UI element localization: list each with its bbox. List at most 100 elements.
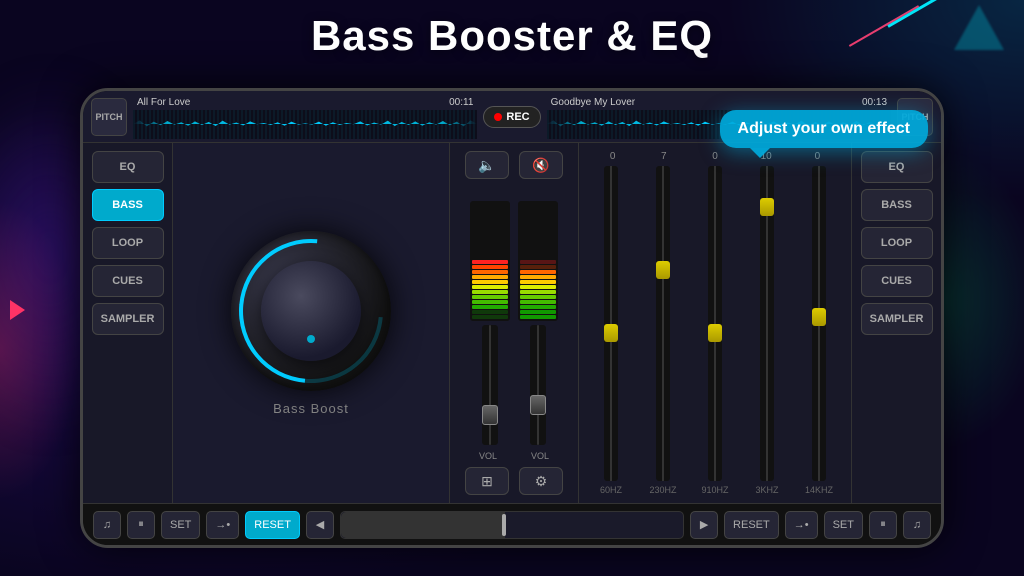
right-loop-button[interactable]: LOOP <box>861 227 933 259</box>
reset-left-button[interactable]: RESET <box>245 511 300 539</box>
cue-right-button[interactable]: →• <box>785 511 818 539</box>
speaker-right-button[interactable]: 🔇 <box>519 151 563 179</box>
eq-val-4: 0 <box>797 151 837 162</box>
eq-label-60hz: 60HZ <box>600 485 622 495</box>
knob-indicator <box>307 335 315 343</box>
fader-right[interactable] <box>530 325 546 445</box>
bass-knob[interactable] <box>231 231 391 391</box>
progress-fill <box>341 512 505 538</box>
bass-knob-container <box>231 231 391 391</box>
right-eq-button[interactable]: EQ <box>861 151 933 183</box>
middle-area: 🔈 🔇 <box>449 143 579 503</box>
music-note-right-icon: ♫ <box>913 519 921 531</box>
left-glow <box>0 200 80 500</box>
eq-col-60hz: 60HZ <box>587 166 635 495</box>
right-track-time: 00:13 <box>862 97 887 108</box>
next-icon: ▶ <box>700 518 708 531</box>
prev-button[interactable]: ◀ <box>306 511 334 539</box>
right-track-name: Goodbye My Lover <box>551 97 636 108</box>
rec-dot-icon <box>494 113 502 121</box>
reset-left-label: RESET <box>254 519 291 531</box>
pause-left-icon: ⏸ <box>138 518 144 531</box>
right-bass-button[interactable]: BASS <box>861 189 933 221</box>
eq-fader-910hz[interactable] <box>708 166 722 481</box>
vol-labels: VOL VOL <box>466 451 562 461</box>
cue-left-button[interactable]: →• <box>206 511 239 539</box>
settings-icon-button[interactable]: ⚙ <box>519 467 563 495</box>
right-panel: EQ BASS LOOP CUES SAMPLER <box>851 143 941 503</box>
bass-boost-label: Bass Boost <box>273 401 349 416</box>
progress-bar[interactable] <box>340 511 684 539</box>
left-bass-button[interactable]: BASS <box>92 189 164 221</box>
center-knob-area: Bass Boost <box>173 143 449 503</box>
eq-label-910hz: 910HZ <box>701 485 728 495</box>
eq-area: 0 7 0 10 0 60HZ <box>579 143 851 503</box>
tooltip-text: Adjust your own effect <box>738 120 910 137</box>
eq-label-14khz: 14KHZ <box>805 485 833 495</box>
vu-meter-right <box>518 201 558 321</box>
rec-label: REC <box>506 111 529 123</box>
cue-right-icon: →• <box>794 519 809 531</box>
left-cues-button[interactable]: CUES <box>92 265 164 297</box>
fader-left[interactable] <box>482 325 498 445</box>
bottom-bar: ♫ ⏸ SET →• RESET ◀ ▶ RESET →• <box>83 503 941 545</box>
eq-val-0: 0 <box>593 151 633 162</box>
pause-right-button[interactable]: ⏸ <box>869 511 897 539</box>
eq-values-row: 0 7 0 10 0 <box>587 151 843 162</box>
reset-right-button[interactable]: RESET <box>724 511 779 539</box>
next-button[interactable]: ▶ <box>690 511 718 539</box>
page-title: Bass Booster & EQ <box>0 12 1024 60</box>
right-sampler-button[interactable]: SAMPLER <box>861 303 933 335</box>
knob-inner <box>261 261 361 361</box>
left-loop-button[interactable]: LOOP <box>92 227 164 259</box>
vol-label-left: VOL <box>466 451 510 461</box>
eq-label-230hz: 230HZ <box>649 485 676 495</box>
speaker-row: 🔈 🔇 <box>465 151 563 179</box>
rec-button[interactable]: REC <box>483 106 540 128</box>
eq-col-3khz: 3KHZ <box>743 166 791 495</box>
left-track-name: All For Love <box>137 97 190 108</box>
icon-row: ⊞ ⚙ <box>465 467 563 495</box>
eq-col-910hz: 910HZ <box>691 166 739 495</box>
left-sampler-button[interactable]: SAMPLER <box>92 303 164 335</box>
pitch-left-button[interactable]: PITCH <box>91 98 127 136</box>
left-arrow-deco <box>10 300 25 320</box>
reset-right-label: RESET <box>733 519 770 531</box>
eq-fader-14khz[interactable] <box>812 166 826 481</box>
eq-fader-230hz[interactable] <box>656 166 670 481</box>
eq-col-14khz: 14KHZ <box>795 166 843 495</box>
eq-label-3khz: 3KHZ <box>755 485 778 495</box>
grid-icon-button[interactable]: ⊞ <box>465 467 509 495</box>
left-panel: EQ BASS LOOP CUES SAMPLER <box>83 143 173 503</box>
left-track-time: 00:11 <box>449 97 473 108</box>
vu-fader-row <box>470 189 558 445</box>
set-left-label: SET <box>170 519 191 531</box>
eq-fader-60hz[interactable] <box>604 166 618 481</box>
tooltip-bubble: Adjust your own effect <box>720 110 928 148</box>
left-waveform-visual <box>133 110 477 139</box>
music-note-left-icon: ♫ <box>103 519 111 531</box>
set-right-label: SET <box>833 519 854 531</box>
progress-thumb <box>502 514 506 536</box>
prev-icon: ◀ <box>316 518 324 531</box>
right-cues-button[interactable]: CUES <box>861 265 933 297</box>
left-waveform: All For Love 00:11 <box>133 95 477 139</box>
music-note-right-button[interactable]: ♫ <box>903 511 931 539</box>
speaker-left-button[interactable]: 🔈 <box>465 151 509 179</box>
vol-label-right: VOL <box>518 451 562 461</box>
cue-left-icon: →• <box>215 519 230 531</box>
music-note-left-button[interactable]: ♫ <box>93 511 121 539</box>
eq-val-2: 0 <box>695 151 735 162</box>
vu-meter-left <box>470 201 510 321</box>
pause-left-button[interactable]: ⏸ <box>127 511 155 539</box>
set-right-button[interactable]: SET <box>824 511 863 539</box>
eq-val-1: 7 <box>644 151 684 162</box>
main-content: EQ BASS LOOP CUES SAMPLER Bass Boost 🔈 <box>83 143 941 503</box>
pause-right-icon: ⏸ <box>880 518 886 531</box>
left-eq-button[interactable]: EQ <box>92 151 164 183</box>
eq-fader-3khz[interactable] <box>760 166 774 481</box>
set-left-button[interactable]: SET <box>161 511 200 539</box>
phone-frame: PITCH All For Love 00:11 REC Goodbye My … <box>80 88 944 548</box>
eq-sliders-row: 60HZ 230HZ 910HZ <box>587 166 843 495</box>
eq-col-230hz: 230HZ <box>639 166 687 495</box>
